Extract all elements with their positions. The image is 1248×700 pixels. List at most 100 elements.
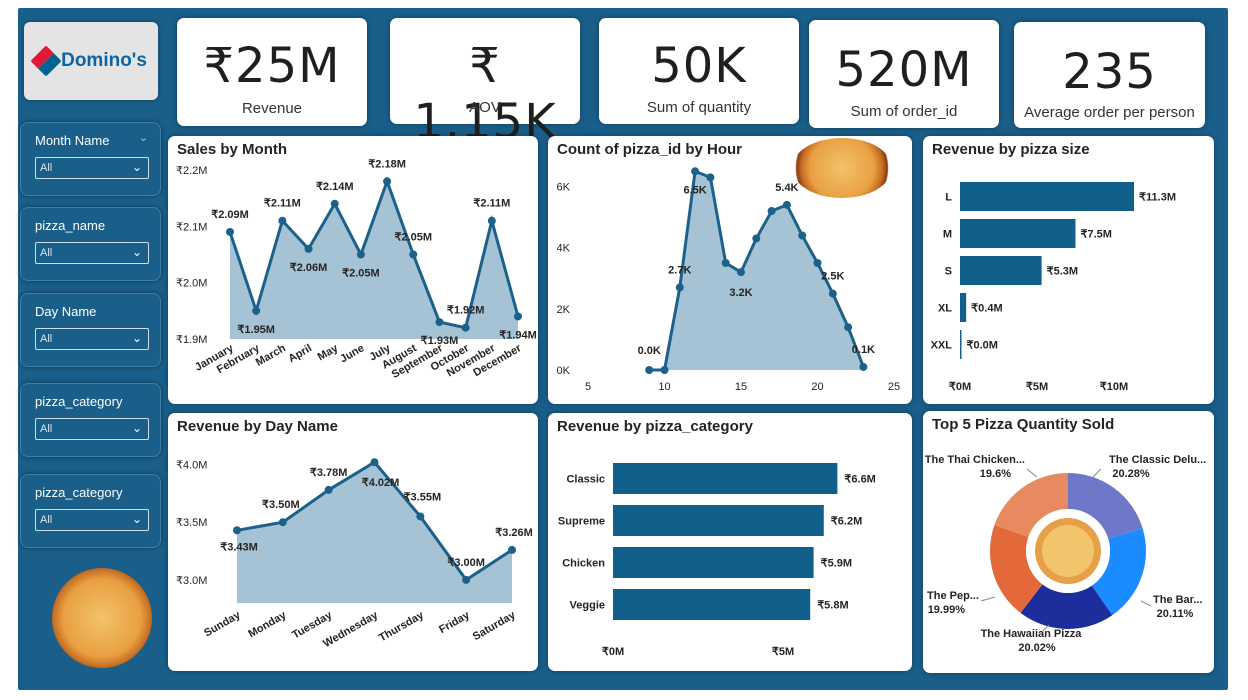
data-label: ₹2.18M — [368, 158, 406, 170]
chart-top5-pizza: The Classic Delu... 20.28% The Bar... 20.11… — [925, 454, 1206, 654]
chart-title: Revenue by pizza_category — [557, 418, 753, 435]
chart-title: Count of pizza_id by Hour — [557, 141, 742, 158]
leader-line — [1026, 468, 1038, 478]
data-label: 2.5K — [821, 271, 844, 283]
kpi-sum-order-id: 520M Sum of order_id — [809, 20, 999, 128]
y-tick-label: ₹2.1M — [176, 221, 207, 233]
slice-name-label: The Thai Chicken... — [925, 454, 1025, 466]
pizza-topping — [1042, 525, 1094, 577]
bar — [960, 219, 1076, 248]
kpi-revenue: ₹25M Revenue — [177, 18, 367, 126]
dropdown-arrow-icon[interactable]: ⌄ — [132, 245, 142, 259]
slicer-dropdown[interactable]: All ⌄ — [35, 242, 149, 264]
slicer-day-name[interactable]: Day Name All ⌄ — [20, 293, 161, 367]
slicer-dropdown[interactable]: All ⌄ — [35, 418, 149, 440]
kpi-value: ₹25M — [203, 38, 341, 94]
data-point — [645, 366, 654, 374]
kpi-label: Sum of quantity — [646, 99, 752, 116]
slice-pct-label: 19.99% — [928, 604, 966, 616]
data-point — [691, 167, 700, 176]
bar — [613, 589, 811, 620]
data-label: ₹5.9M — [821, 558, 852, 570]
dropdown-arrow-icon[interactable]: ⌄ — [132, 331, 142, 345]
slicer-dropdown[interactable]: All ⌄ — [35, 509, 149, 531]
data-label: ₹1.92M — [447, 305, 485, 317]
slicer-title: Day Name — [35, 304, 97, 319]
kpi-label: Sum of order_id — [850, 103, 958, 120]
slicer-pizza-category-2[interactable]: pizza_category All ⌄ — [20, 474, 161, 548]
data-label: ₹1.95M — [237, 324, 275, 336]
logo-text: Domino's — [61, 50, 147, 71]
slicer-dropdown[interactable]: All ⌄ — [35, 157, 149, 179]
slice-pct-label: 20.11% — [1157, 608, 1194, 620]
bar — [613, 547, 814, 578]
slicer-value: All — [40, 247, 53, 259]
dropdown-arrow-icon[interactable]: ⌄ — [132, 512, 142, 526]
bar — [613, 463, 838, 494]
slicer-dropdown[interactable]: All ⌄ — [35, 328, 149, 350]
slicer-title: pizza_category — [35, 485, 123, 500]
data-label: ₹3.43M — [220, 541, 258, 553]
bar — [960, 330, 962, 359]
category-label: XL — [938, 303, 952, 315]
slicer-title: Month Name — [35, 133, 110, 148]
data-point — [660, 366, 669, 374]
leader-line — [1140, 600, 1152, 607]
data-label: ₹2.05M — [342, 268, 380, 280]
slice-name-label: The Bar... — [1153, 594, 1203, 606]
x-tick-label: 25 — [888, 381, 900, 393]
data-point — [252, 306, 261, 315]
data-point — [356, 250, 365, 259]
dominos-logo: Domino's — [24, 22, 158, 100]
data-label: ₹5.3M — [1047, 266, 1078, 278]
slicer-title: pizza_name — [35, 218, 106, 233]
kpi-label: AOV — [469, 99, 501, 116]
data-point — [782, 200, 791, 209]
x-tick-label: 10 — [658, 381, 670, 393]
chart-revenue-by-category: Classic ₹6.6M Supreme ₹6.2M Chicken ₹5.9M Vegg… — [558, 463, 876, 658]
kpi-avg-order-per-person: 235 Average order per person — [1014, 22, 1205, 128]
x-tick-label: May — [316, 342, 341, 364]
data-point — [737, 268, 745, 277]
data-label: ₹2.11M — [473, 198, 510, 210]
data-label: ₹3.50M — [262, 499, 300, 511]
y-tick-label: ₹3.5M — [176, 517, 207, 529]
data-point — [487, 216, 496, 225]
data-label: ₹7.5M — [1081, 229, 1112, 241]
y-tick-label: 2K — [557, 304, 571, 316]
y-tick-label: ₹1.9M — [176, 334, 207, 346]
data-point — [767, 207, 776, 216]
chevron-down-icon[interactable]: ⌄ — [139, 131, 148, 144]
data-point — [409, 250, 418, 259]
data-label: 2.7K — [668, 264, 691, 276]
kpi-value: 50K — [651, 38, 747, 94]
data-point — [233, 526, 241, 535]
y-tick-label: ₹2.0M — [176, 278, 207, 290]
slicer-pizza-name[interactable]: pizza_name All ⌄ — [20, 207, 161, 281]
slice-name-label: The Pep... — [927, 590, 979, 602]
data-point — [416, 512, 425, 521]
dropdown-arrow-icon[interactable]: ⌄ — [132, 160, 142, 174]
data-point — [798, 231, 807, 240]
y-tick-label: ₹2.2M — [176, 165, 207, 177]
chart-sales-by-month: ₹1.9M₹2.0M₹2.1M₹2.2M₹2.09MJanuary₹1.95MF… — [176, 158, 537, 381]
bar — [613, 505, 824, 536]
bar — [960, 293, 967, 322]
chart-title: Revenue by Day Name — [177, 418, 338, 435]
data-point — [383, 177, 392, 186]
x-tick-label: March — [254, 342, 288, 369]
data-label: ₹6.2M — [831, 516, 862, 528]
data-point — [828, 289, 837, 298]
category-label: L — [945, 192, 952, 204]
x-tick-label: ₹5M — [772, 646, 794, 658]
x-tick-label: ₹5M — [1026, 381, 1048, 393]
data-label: ₹2.11M — [264, 198, 301, 210]
bar — [960, 256, 1042, 285]
slice-pct-label: 20.28% — [1112, 468, 1150, 480]
data-label: ₹2.06M — [290, 262, 328, 274]
slicer-pizza-category[interactable]: pizza_category All ⌄ — [20, 383, 161, 457]
data-label: ₹3.78M — [310, 467, 348, 479]
slicer-month-name[interactable]: Month Name ⌄ All ⌄ — [20, 122, 161, 196]
dropdown-arrow-icon[interactable]: ⌄ — [132, 421, 142, 435]
leader-line — [980, 596, 996, 602]
